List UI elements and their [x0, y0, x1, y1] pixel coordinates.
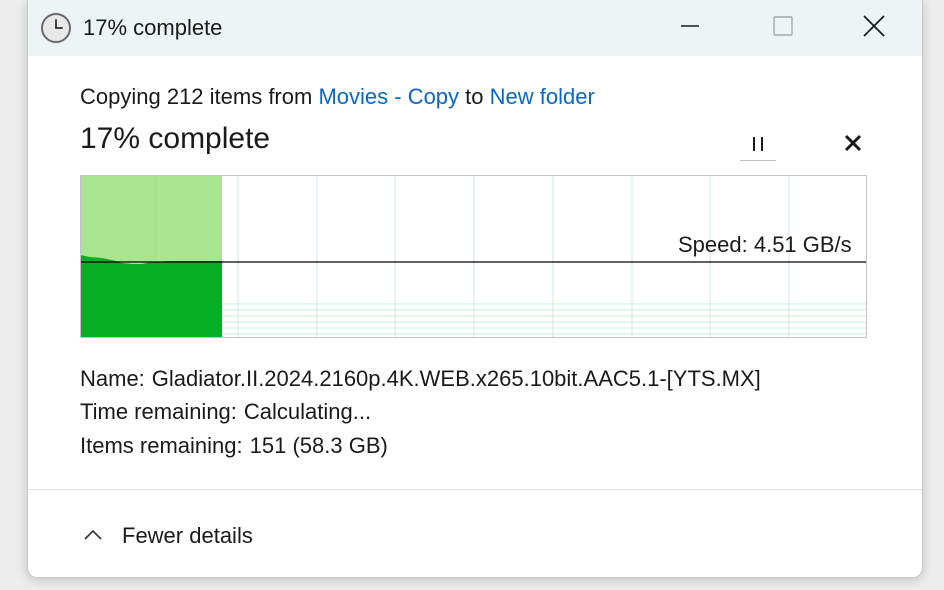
fewer-details-label: Fewer details: [122, 523, 253, 548]
detail-items-value: 151 (58.3 GB): [249, 433, 388, 458]
detail-time-value: Calculating...: [243, 399, 372, 424]
destination-folder-link[interactable]: New folder: [490, 84, 595, 109]
pause-icon: [750, 137, 766, 151]
detail-items-label: Items remaining:: [80, 433, 243, 458]
detail-items-remaining: Items remaining: 151 (58.3 GB): [80, 433, 388, 459]
window-title: 17% complete: [83, 15, 223, 40]
summary-connector: to: [465, 84, 484, 109]
detail-name-value: Gladiator.II.2024.2160p.4K.WEB.x265.10bi…: [151, 366, 761, 391]
progress-heading: 17% complete: [80, 122, 271, 155]
maximize-icon: [773, 15, 793, 41]
pause-button-underline: [740, 160, 776, 161]
close-icon: [863, 14, 885, 42]
chevron-up-icon: [84, 527, 102, 545]
copy-dialog: 17% complete Copying 212 items from Movi…: [27, 0, 923, 578]
clock-icon: [40, 12, 72, 44]
fewer-details-toggle[interactable]: Fewer details: [84, 520, 253, 552]
summary-prefix: Copying 212 items from: [80, 84, 313, 109]
minimize-button[interactable]: [670, 8, 710, 48]
minimize-icon: [680, 16, 700, 41]
source-folder-link[interactable]: Movies - Copy: [318, 84, 459, 109]
speed-readout: Speed: 4.51 GB/s: [678, 232, 852, 257]
maximize-button[interactable]: [763, 8, 803, 48]
title-bar: 17% complete: [28, 0, 922, 56]
pause-button[interactable]: [740, 128, 776, 160]
detail-name-label: Name:: [80, 366, 145, 391]
close-icon: [844, 134, 862, 157]
detail-time-label: Time remaining:: [80, 399, 237, 424]
cancel-copy-button[interactable]: [836, 128, 870, 162]
speed-history-area: [80, 255, 222, 338]
detail-time-remaining: Time remaining: Calculating...: [80, 399, 371, 425]
close-button[interactable]: [854, 8, 894, 48]
footer-divider: [28, 489, 922, 490]
detail-name: Name: Gladiator.II.2024.2160p.4K.WEB.x265…: [80, 366, 761, 392]
copy-summary: Copying 212 items from Movies - Copy to …: [80, 84, 595, 110]
